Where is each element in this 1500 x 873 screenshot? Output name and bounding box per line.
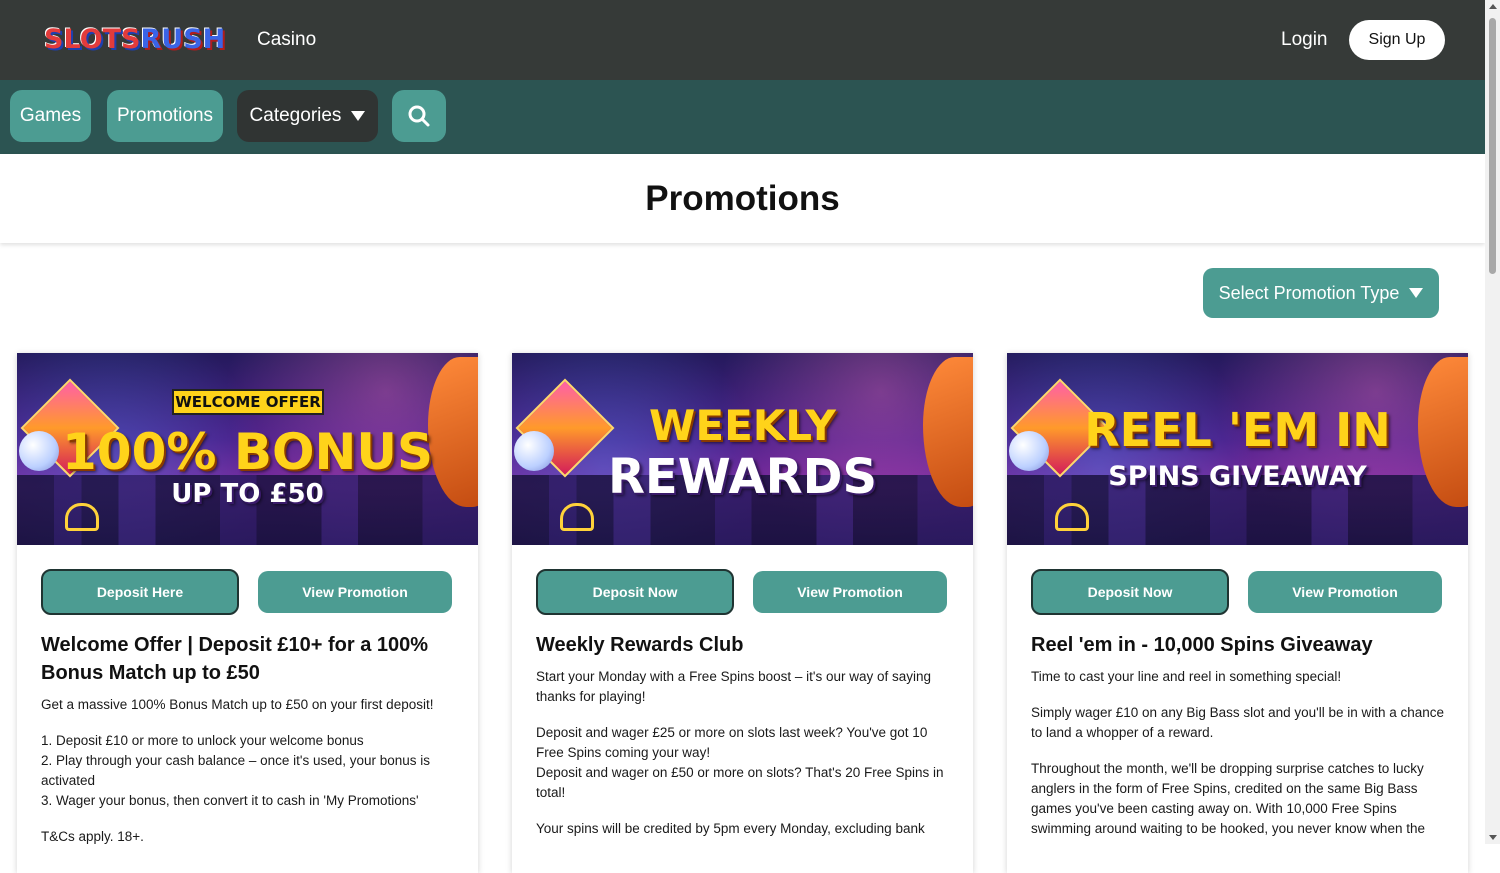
bell-graphic bbox=[560, 503, 594, 531]
promotion-title: Welcome Offer | Deposit £10+ for a 100% … bbox=[41, 634, 429, 684]
view-promotion-button[interactable]: View Promotion bbox=[753, 571, 947, 613]
chevron-down-icon bbox=[1409, 288, 1424, 298]
page-title: Promotions bbox=[645, 179, 840, 218]
login-link[interactable]: Login bbox=[1281, 29, 1328, 51]
promotion-text: Deposit and wager on £50 or more on slot… bbox=[536, 765, 944, 800]
promotion-text: 1. Deposit £10 or more to unlock your we… bbox=[41, 733, 364, 748]
bell-graphic bbox=[1055, 503, 1089, 531]
nav-games-label: Games bbox=[19, 105, 82, 126]
promotion-banner[interactable]: WEEKLY REWARDS bbox=[512, 353, 973, 545]
promotion-text: 3. Wager your bonus, then convert it to … bbox=[41, 793, 419, 808]
promotion-text: Your spins will be credited by 5pm every… bbox=[536, 821, 925, 836]
promotion-text: Start your Monday with a Free Spins boos… bbox=[536, 669, 932, 704]
signup-button[interactable]: Sign Up bbox=[1349, 20, 1445, 60]
promotion-type-label: Select Promotion Type bbox=[1218, 282, 1400, 303]
deposit-button[interactable]: Deposit Here bbox=[41, 569, 239, 615]
promotion-card: REEL 'EM IN SPINS GIVEAWAY Deposit Now V… bbox=[1007, 353, 1468, 873]
site-logo[interactable]: SLOTSRUSH bbox=[44, 24, 225, 55]
nav-categories-label: Categories bbox=[249, 105, 342, 126]
promotion-text: 2. Play through your cash balance – once… bbox=[41, 753, 431, 788]
view-promotion-button[interactable]: View Promotion bbox=[258, 571, 452, 613]
view-promotion-button[interactable]: View Promotion bbox=[1248, 571, 1442, 613]
promotion-text: Get a massive 100% Bonus Match up to £50… bbox=[41, 697, 434, 712]
banner-tag: WELCOME OFFER bbox=[172, 389, 324, 415]
nav-games-button[interactable]: Games bbox=[10, 90, 91, 142]
chevron-down-icon bbox=[351, 111, 366, 121]
promotion-text: Throughout the month, we'll be dropping … bbox=[1031, 761, 1425, 836]
promotion-text: Time to cast your line and reel in somet… bbox=[1031, 669, 1342, 684]
casino-link[interactable]: Casino bbox=[257, 29, 316, 51]
promotion-banner[interactable]: WELCOME OFFER 100% BONUS UP TO £50 bbox=[17, 353, 478, 545]
nav-promotions-button[interactable]: Promotions bbox=[107, 90, 223, 142]
search-icon bbox=[408, 105, 430, 127]
banner-headline: WEEKLY bbox=[649, 401, 836, 450]
banner-subline: REWARDS bbox=[607, 449, 878, 505]
banner-headline: 100% BONUS bbox=[62, 423, 433, 481]
top-bar: SLOTSRUSH Casino Login Sign Up bbox=[0, 0, 1485, 80]
scroll-down-icon[interactable] bbox=[1489, 835, 1497, 840]
deposit-button[interactable]: Deposit Now bbox=[536, 569, 734, 615]
promotion-title: Weekly Rewards Club bbox=[536, 634, 744, 656]
promotion-type-dropdown[interactable]: Select Promotion Type bbox=[1203, 268, 1439, 318]
promotion-banner[interactable]: REEL 'EM IN SPINS GIVEAWAY bbox=[1007, 353, 1468, 545]
page-title-bar: Promotions bbox=[0, 154, 1485, 243]
nav-promotions-label: Promotions bbox=[116, 105, 214, 126]
promotion-text: Simply wager £10 on any Big Bass slot an… bbox=[1031, 705, 1445, 740]
banner-subline: SPINS GIVEAWAY bbox=[1108, 461, 1367, 492]
banner-headline: REEL 'EM IN bbox=[1084, 403, 1391, 457]
promotion-text: T&Cs apply. 18+. bbox=[41, 829, 144, 844]
scrollbar-thumb[interactable] bbox=[1489, 18, 1496, 274]
search-button[interactable] bbox=[392, 90, 446, 142]
nav-bar: Games Promotions Categories bbox=[0, 80, 1485, 154]
nav-categories-dropdown[interactable]: Categories bbox=[237, 90, 378, 142]
deposit-button[interactable]: Deposit Now bbox=[1031, 569, 1229, 615]
promotion-card: WELCOME OFFER 100% BONUS UP TO £50 Depos… bbox=[17, 353, 478, 873]
scroll-up-icon[interactable] bbox=[1489, 4, 1497, 9]
page-scrollbar[interactable] bbox=[1485, 0, 1500, 844]
promotion-text: Deposit and wager £25 or more on slots l… bbox=[536, 725, 928, 760]
promotion-title: Reel 'em in - 10,000 Spins Giveaway bbox=[1031, 634, 1373, 656]
banner-subline: UP TO £50 bbox=[171, 479, 324, 509]
promotion-card: WEEKLY REWARDS Deposit Now View Promotio… bbox=[512, 353, 973, 873]
